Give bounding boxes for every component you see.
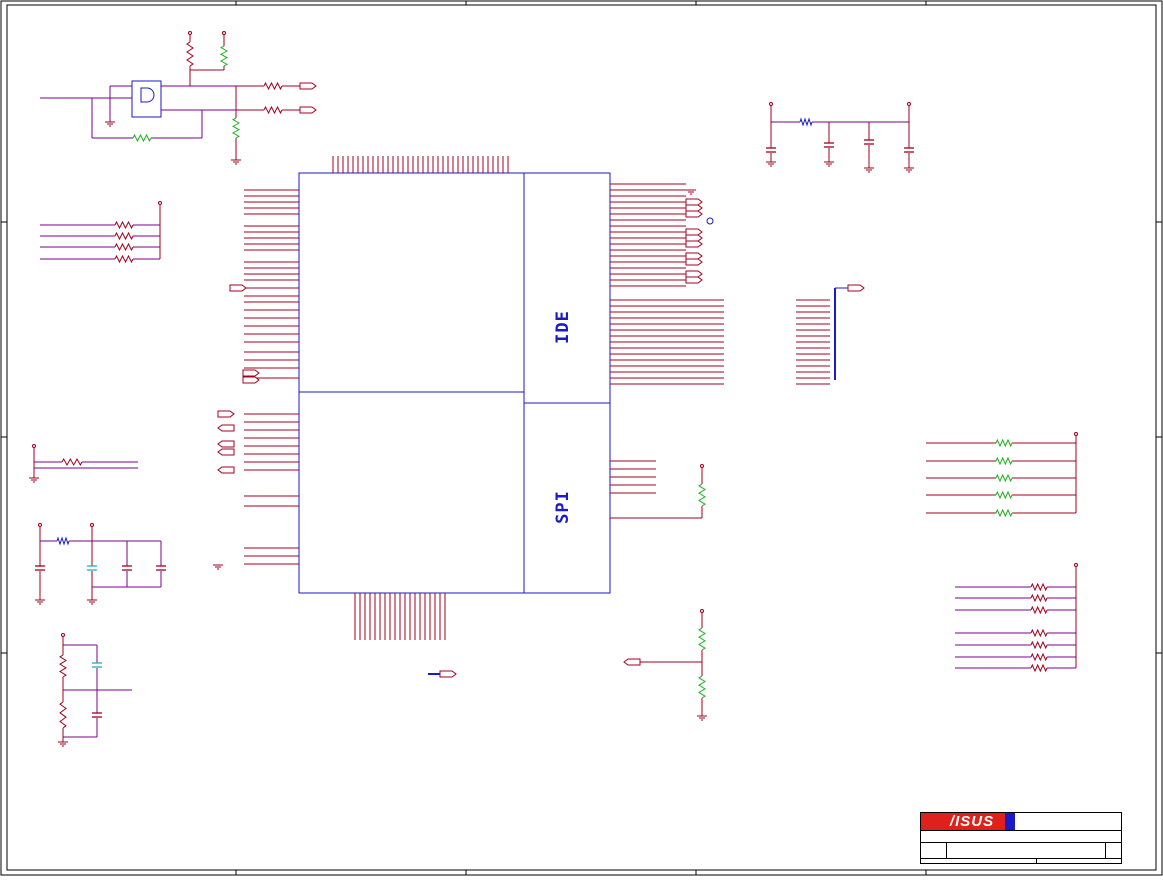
power-flag-icon bbox=[769, 102, 773, 106]
top-right-cap-group bbox=[770, 106, 910, 168]
logo-blue-stripe bbox=[1005, 813, 1015, 830]
asus-logo: /ISUS bbox=[921, 813, 1015, 830]
net-port-icon bbox=[685, 234, 703, 242]
mid-left-resistor bbox=[33, 448, 138, 478]
gate-circuit bbox=[40, 35, 300, 160]
net-port-icon bbox=[623, 658, 641, 666]
net-port-icon bbox=[242, 376, 260, 384]
power-flag-icon bbox=[1074, 563, 1078, 567]
power-flag-icon bbox=[907, 102, 911, 106]
power-flag-icon bbox=[700, 464, 704, 468]
logo-text: /ISUS bbox=[939, 813, 1005, 830]
right-resistor-groups bbox=[926, 436, 1077, 669]
net-port-icon bbox=[685, 210, 703, 218]
net-port-icon bbox=[217, 448, 235, 456]
chip-top-pins bbox=[332, 156, 509, 173]
power-flag-icon bbox=[90, 523, 94, 527]
title-block: /ISUS bbox=[920, 812, 1122, 864]
net-port-icon bbox=[685, 240, 703, 248]
title-divider-v2 bbox=[1105, 842, 1106, 859]
title-divider-1 bbox=[921, 830, 1121, 831]
sheet-border bbox=[0, 0, 1163, 876]
component-symbols bbox=[29, 31, 1078, 747]
net-port-icon bbox=[439, 670, 457, 678]
net-port-icon bbox=[685, 228, 703, 236]
net-port-icon bbox=[299, 106, 317, 114]
main-chip bbox=[298, 172, 611, 594]
net-port-icon bbox=[685, 270, 703, 278]
right-bus bbox=[796, 287, 848, 385]
net-port-icon bbox=[299, 82, 317, 90]
net-port-icon bbox=[685, 198, 703, 206]
net-port-icon bbox=[229, 284, 247, 292]
net-port-icon bbox=[242, 369, 260, 377]
title-divider-2 bbox=[921, 842, 1121, 843]
power-flag-icon bbox=[38, 523, 42, 527]
title-divider-v1 bbox=[946, 842, 947, 859]
title-divider-v3 bbox=[1036, 858, 1037, 864]
net-port-icon bbox=[685, 252, 703, 260]
power-flag-icon bbox=[1074, 432, 1078, 436]
net-port-icon bbox=[217, 466, 235, 474]
test-point-icon bbox=[706, 217, 714, 225]
power-flag-icon bbox=[61, 633, 65, 637]
power-flag-icon bbox=[32, 444, 36, 448]
power-flag-icon bbox=[158, 201, 162, 205]
schematic-sheet: IDE SPI /ISUS bbox=[0, 0, 1163, 876]
divider-network bbox=[62, 637, 132, 742]
chip-bottom-pins bbox=[354, 593, 446, 640]
net-port-icon bbox=[685, 276, 703, 284]
power-flag-icon bbox=[222, 31, 226, 35]
net-port-icon bbox=[217, 410, 235, 418]
net-port-icon bbox=[217, 440, 235, 448]
net-port-icon bbox=[685, 258, 703, 266]
power-flag-icon bbox=[700, 609, 704, 613]
chip-right-pins bbox=[610, 183, 724, 385]
ide-block-label: IDE bbox=[553, 310, 573, 344]
power-flag-icon bbox=[188, 31, 192, 35]
zone-ticks bbox=[1, 1, 1162, 875]
title-divider-3 bbox=[921, 858, 1121, 859]
net-port-icon bbox=[685, 204, 703, 212]
logo-red-stripe bbox=[921, 813, 939, 830]
net-port-icon bbox=[847, 284, 865, 292]
left-resistor-bank bbox=[40, 205, 161, 260]
schematic-drawing bbox=[0, 0, 1163, 876]
spi-block-label: SPI bbox=[553, 490, 573, 524]
net-port-icon bbox=[217, 424, 235, 432]
